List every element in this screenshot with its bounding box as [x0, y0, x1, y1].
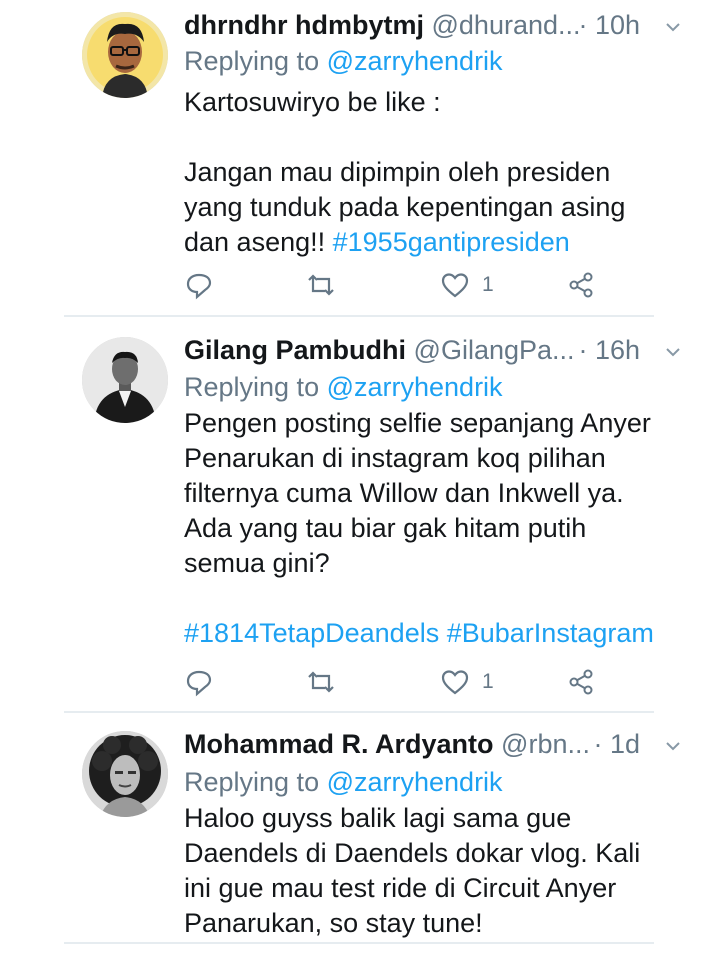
tweet-text-line: #1814TetapDeandels #BubarInstagram [184, 616, 684, 651]
mention-link[interactable]: @zarryhendrik [327, 767, 503, 797]
tweet-text-line: Jangan mau dipimpin oleh presiden [184, 157, 611, 187]
share-icon [569, 669, 593, 695]
hashtag-link[interactable]: #1955gantipresiden [333, 227, 570, 257]
tweet-text-line: semua gini? [184, 548, 330, 578]
display-name[interactable]: dhrndhr hdmbytmj @dhurand... [184, 10, 581, 41]
tweet-text: Haloo guyss balik lagi sama gue Daendels… [184, 801, 684, 941]
tweet[interactable]: dhrndhr hdmbytmj @dhurand... · 10h Reply… [0, 0, 720, 316]
share-button[interactable] [566, 265, 596, 305]
tweet-text-line: filternya cuma Willow dan Inkwell ya. [184, 478, 624, 508]
chevron-down-icon[interactable] [662, 735, 684, 757]
user-handle[interactable]: @dhurand... [432, 10, 581, 40]
person-suit-avatar-icon [82, 337, 168, 423]
like-button[interactable]: 1 [440, 662, 494, 702]
reply-icon [186, 273, 212, 300]
tweet-text-line: Panarukan, so stay tune! [184, 908, 483, 938]
display-name[interactable]: Gilang Pambudhi @GilangPa... [184, 335, 575, 366]
mention-link[interactable]: @zarryhendrik [327, 372, 503, 402]
reply-button[interactable] [184, 662, 214, 702]
person-glasses-avatar-icon [82, 12, 168, 98]
tweet-text-line: Penarukan di instagram koq pilihan [184, 443, 606, 473]
hashtag-link[interactable]: #BubarInstagram [447, 618, 654, 648]
like-button[interactable]: 1 [440, 265, 494, 305]
divider [64, 942, 654, 944]
tweet-text-line [184, 120, 684, 155]
tweet-text-line: Kartosuwiryo be like : [184, 87, 441, 117]
replying-to: Replying to @zarryhendrik [184, 46, 503, 76]
tweet-text-line: yang tunduk pada kepentingan asing [184, 192, 626, 222]
share-icon [569, 272, 593, 298]
display-name[interactable]: Mohammad R. Ardyanto @rbn... [184, 729, 590, 760]
reply-button[interactable] [184, 265, 214, 305]
timestamp[interactable]: · 16h [578, 335, 640, 366]
like-count: 1 [482, 273, 494, 296]
tweet-text: Pengen posting selfie sepanjang Anyer Pe… [184, 406, 684, 651]
hashtag-link[interactable]: #1814TetapDeandels [184, 618, 439, 648]
tweet-actions: 1 [184, 662, 604, 702]
avatar[interactable] [82, 337, 168, 423]
tweet-text-line: Haloo guyss balik lagi sama gue [184, 803, 572, 833]
share-button[interactable] [566, 662, 596, 702]
tweet[interactable]: Mohammad R. Ardyanto @rbn... · 1d Replyi… [0, 713, 720, 943]
avatar[interactable] [82, 12, 168, 98]
retweet-button[interactable] [306, 662, 336, 702]
user-handle[interactable]: @rbn... [501, 729, 590, 759]
timestamp[interactable]: · 10h [578, 10, 640, 41]
tweet-text: Kartosuwiryo be like : Jangan mau dipimp… [184, 85, 684, 260]
replying-to: Replying to @zarryhendrik [184, 767, 503, 797]
replying-to: Replying to @zarryhendrik [184, 372, 503, 402]
chevron-down-icon[interactable] [662, 341, 684, 363]
tweet-thread: dhrndhr hdmbytmj @dhurand... · 10h Reply… [0, 0, 720, 960]
tweet[interactable]: Gilang Pambudhi @GilangPa... · 16h Reply… [0, 317, 720, 712]
tweet-text-line: Pengen posting selfie sepanjang Anyer [184, 408, 651, 438]
retweet-icon [308, 671, 334, 693]
chevron-down-icon[interactable] [662, 16, 684, 38]
reply-icon [186, 670, 212, 697]
tweet-text-line [184, 581, 684, 616]
like-icon [441, 273, 469, 298]
user-handle[interactable]: @GilangPa... [414, 335, 575, 365]
tweet-text-line: ini gue mau test ride di Circuit Anyer [184, 873, 617, 903]
like-icon [441, 670, 469, 695]
person-curly-hair-avatar-icon [82, 731, 168, 817]
tweet-text-line: Ada yang tau biar gak hitam putih [184, 513, 587, 543]
mention-link[interactable]: @zarryhendrik [327, 46, 503, 76]
retweet-icon [308, 274, 334, 296]
avatar[interactable] [82, 731, 168, 817]
tweet-text-line: dan aseng!! #1955gantipresiden [184, 227, 570, 257]
tweet-text-line: Daendels di Daendels dokar vlog. Kali [184, 838, 641, 868]
retweet-button[interactable] [306, 265, 336, 305]
tweet-actions: 1 [184, 265, 604, 305]
timestamp[interactable]: · 1d [593, 729, 640, 760]
like-count: 1 [482, 670, 494, 693]
